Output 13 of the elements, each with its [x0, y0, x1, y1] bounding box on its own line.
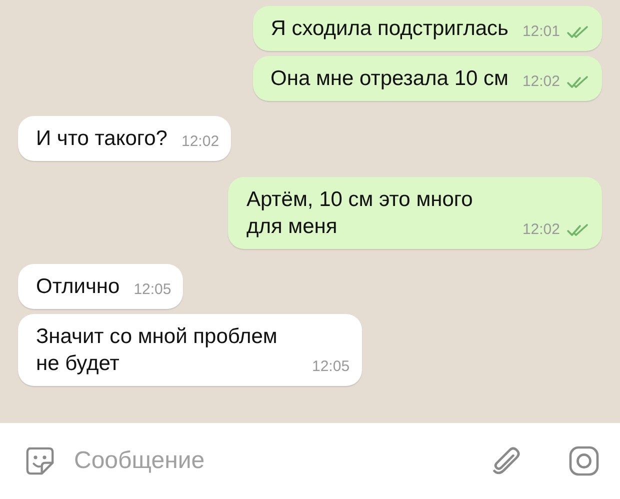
- message-time: 12:02: [522, 220, 560, 240]
- message-text: Она мне отрезала 10 см: [270, 66, 508, 92]
- message-text: Артём, 10 см это много для меня: [246, 187, 474, 240]
- message-time: 12:02: [522, 72, 560, 92]
- message-input[interactable]: Сообщение: [72, 446, 474, 476]
- message-time: 12:05: [312, 357, 350, 377]
- message-text: Значит со мной проблем не будет: [36, 324, 278, 377]
- message-time: 12:01: [522, 22, 560, 42]
- message-text: И что такого?: [36, 126, 168, 152]
- message-time: 12:02: [182, 132, 220, 152]
- message-text: Отлично: [36, 274, 120, 300]
- message-text: Я сходила подстриглась: [270, 16, 508, 42]
- message-time: 12:05: [134, 280, 172, 300]
